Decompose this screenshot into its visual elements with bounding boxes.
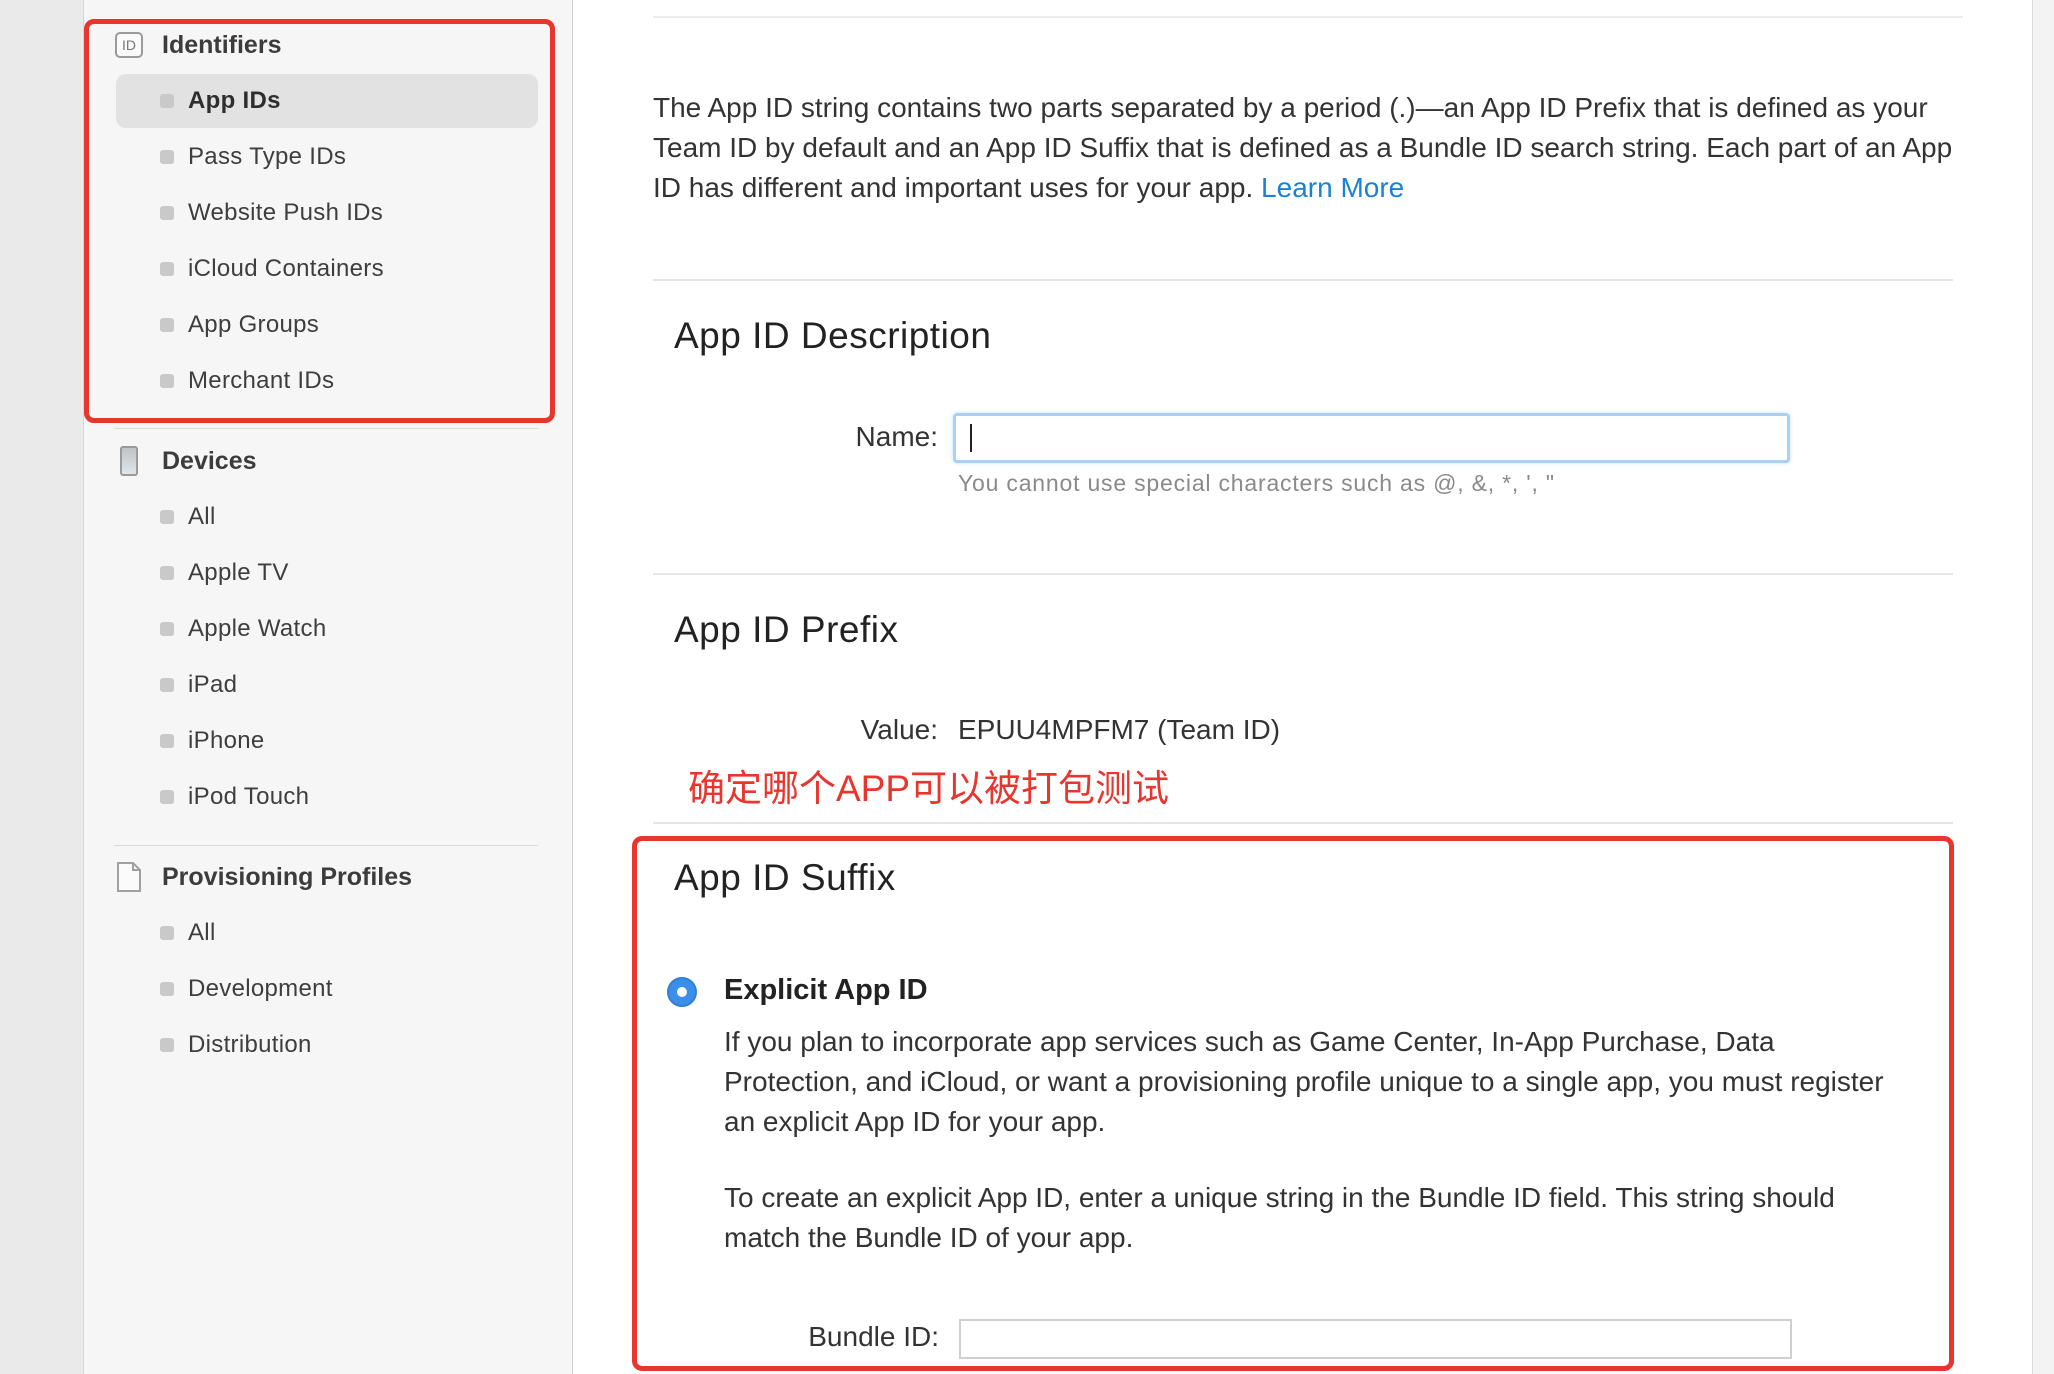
name-label: Name: [855,421,938,452]
sidebar-section-provisioning-profiles[interactable]: Provisioning Profiles [114,857,412,897]
right-gutter [2032,0,2054,1374]
sidebar-item-website-push-ids[interactable]: Website Push IDs [116,186,538,240]
bullet-icon [160,734,174,748]
bullet-icon [160,150,174,164]
sidebar-item-label: Pass Type IDs [188,143,347,170]
sidebar-item-label: Merchant IDs [188,367,335,394]
sidebar-item-label: Apple TV [188,559,289,586]
sidebar-item-distribution[interactable]: Distribution [116,1018,538,1072]
bullet-icon [160,206,174,220]
bullet-icon [160,262,174,276]
bullet-icon [160,926,174,940]
bullet-icon [160,790,174,804]
sidebar-item-label: Development [188,975,333,1002]
left-gutter [0,0,84,1374]
sidebar-divider [114,845,538,846]
team-id-value: EPUU4MPFM7 (Team ID) [958,714,1281,745]
bullet-icon [160,374,174,388]
sidebar-item-label: All [188,503,216,530]
explicit-app-id-radio[interactable] [667,977,697,1007]
text-caret [970,424,972,452]
sidebar-section-devices[interactable]: Devices [114,441,257,481]
sidebar-item-label: Website Push IDs [188,199,384,226]
sidebar-item-label: All [188,919,216,946]
explicit-app-id-title: Explicit App ID [724,974,928,1006]
name-input[interactable] [953,413,1790,463]
intro-paragraph: The App ID string contains two parts sep… [653,88,1953,208]
bullet-icon [160,318,174,332]
explicit-app-id-description: If you plan to incorporate app services … [724,1026,1884,1137]
bullet-icon [160,94,174,108]
top-edge [653,0,1963,18]
sidebar-item-app-ids[interactable]: App IDs [116,74,538,128]
explicit-app-id-instructions: To create an explicit App ID, enter a un… [724,1182,1835,1253]
sidebar-item-label: Distribution [188,1031,312,1058]
sidebar-item-label: iPhone [188,727,265,754]
sidebar-item-app-groups[interactable]: App Groups [116,298,538,352]
sidebar-item-ipad[interactable]: iPad [116,658,538,712]
id-icon: ID [114,30,144,60]
sidebar-item-label: iCloud Containers [188,255,384,282]
sidebar-item-profiles-all[interactable]: All [116,906,538,960]
device-icon [114,446,144,476]
sidebar-item-apple-watch[interactable]: Apple Watch [116,602,538,656]
app-id-suffix-title: App ID Suffix [674,857,896,898]
document-icon [114,862,144,892]
main-content: The App ID string contains two parts sep… [573,0,2032,1374]
section-divider [653,822,1953,824]
bundle-id-input[interactable] [959,1319,1792,1359]
sidebar-item-development[interactable]: Development [116,962,538,1016]
section-heading: Devices [162,446,257,475]
bullet-icon [160,982,174,996]
bullet-icon [160,510,174,524]
bullet-icon [160,1038,174,1052]
sidebar-item-label: Apple Watch [188,615,327,642]
sidebar-item-merchant-ids[interactable]: Merchant IDs [116,354,538,408]
sidebar-item-devices-all[interactable]: All [116,490,538,544]
bundle-id-label: Bundle ID: [808,1321,939,1352]
sidebar-divider [114,428,538,429]
name-hint: You cannot use special characters such a… [958,470,1555,496]
annotation-note: 确定哪个APP可以被打包测试 [688,768,1170,809]
radio-dot-icon [677,987,687,997]
app-id-prefix-title: App ID Prefix [674,609,899,650]
bullet-icon [160,678,174,692]
bullet-icon [160,566,174,580]
bullet-icon [160,622,174,636]
sidebar-item-label: App IDs [188,87,281,114]
section-heading: Identifiers [162,30,282,59]
sidebar-section-identifiers[interactable]: ID Identifiers [114,25,281,65]
section-heading: Provisioning Profiles [162,862,413,891]
learn-more-link[interactable]: Learn More [1261,172,1404,203]
sidebar-item-apple-tv[interactable]: Apple TV [116,546,538,600]
value-label: Value: [860,714,938,745]
sidebar-item-ipod-touch[interactable]: iPod Touch [116,770,538,824]
sidebar-item-iphone[interactable]: iPhone [116,714,538,768]
sidebar-item-label: iPad [188,671,238,698]
sidebar: ID Identifiers App IDs Pass Type IDs Web… [84,0,573,1374]
section-divider [653,573,1953,575]
sidebar-item-label: App Groups [188,311,320,338]
section-divider [653,279,1953,281]
sidebar-item-icloud-containers[interactable]: iCloud Containers [116,242,538,296]
sidebar-item-pass-type-ids[interactable]: Pass Type IDs [116,130,538,184]
sidebar-item-label: iPod Touch [188,783,310,810]
app-id-description-title: App ID Description [674,315,992,356]
